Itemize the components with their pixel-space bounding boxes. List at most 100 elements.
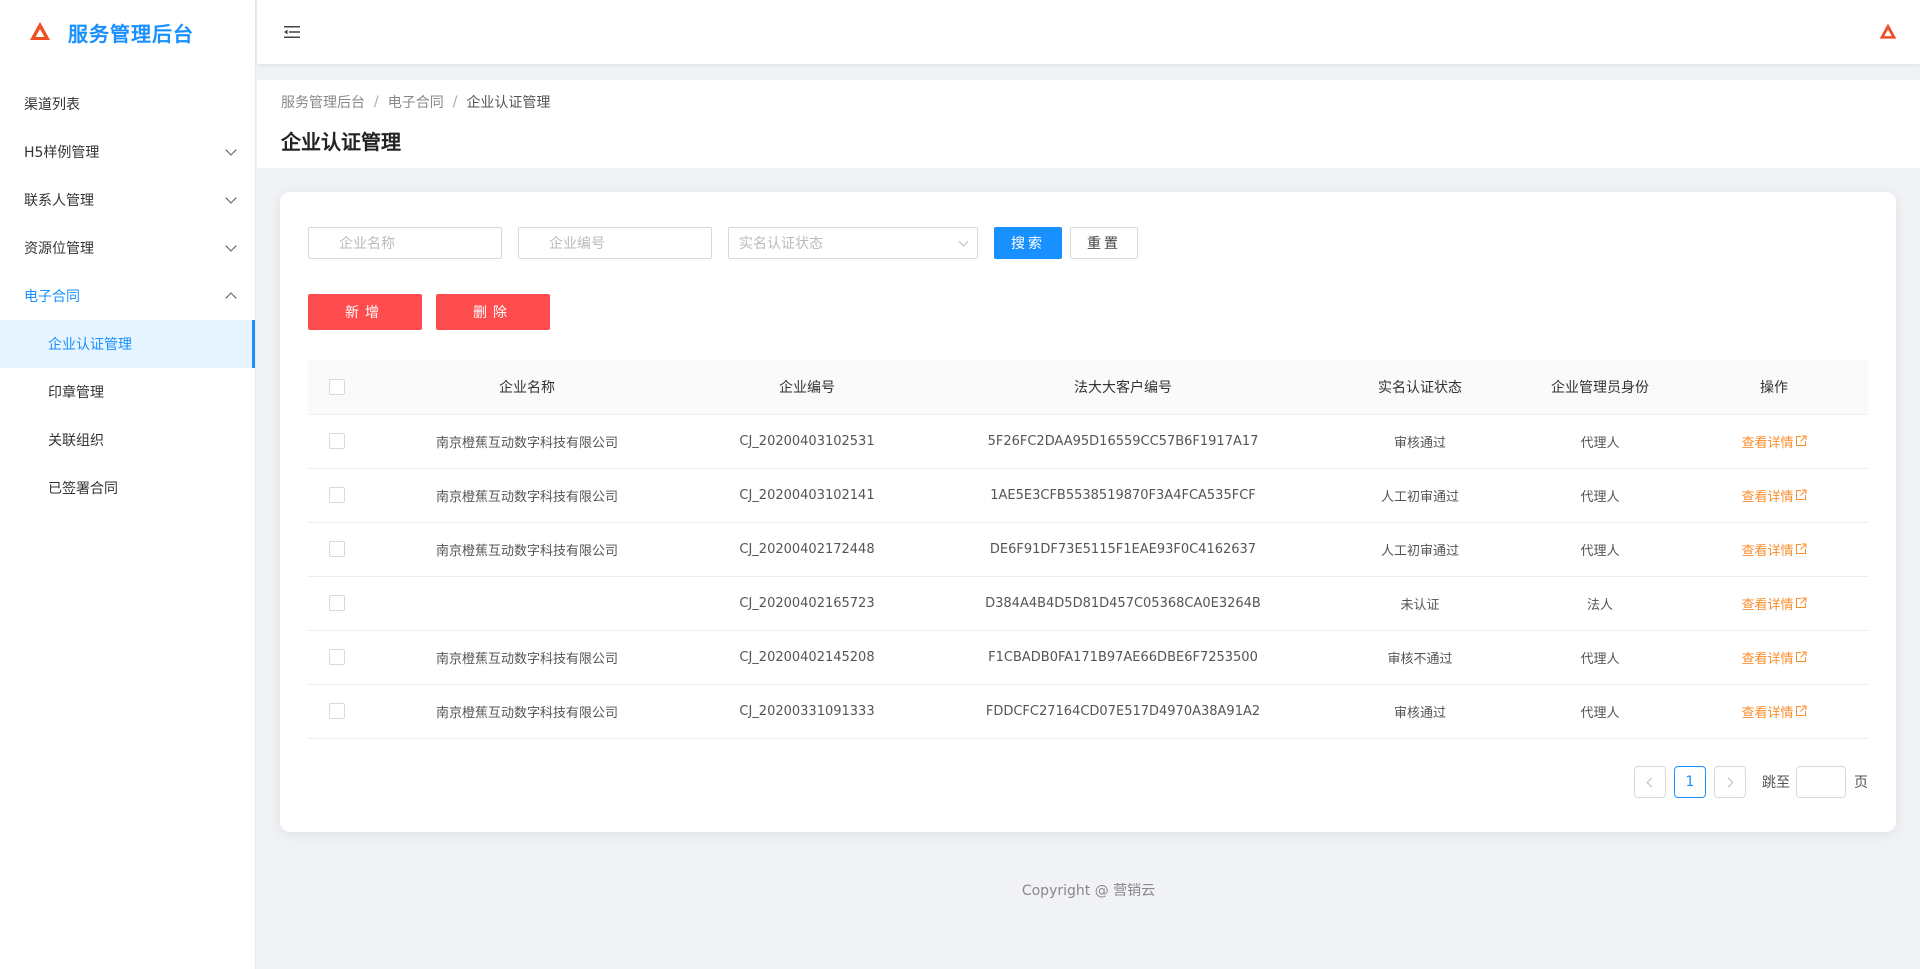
sidebar-subitem-seal[interactable]: 印章管理 xyxy=(0,368,255,416)
auth-status-select[interactable]: 实名认证状态 xyxy=(728,227,978,259)
cell-company-code: CJ_20200403102531 xyxy=(688,414,926,469)
table-row: 南京橙蕉互动数字科技有限公司 CJ_20200403102141 1AE5E3C… xyxy=(308,468,1868,523)
row-checkbox[interactable] xyxy=(329,541,345,557)
row-checkbox[interactable] xyxy=(329,487,345,503)
view-details-label: 查看详情 xyxy=(1741,435,1794,451)
filter-bar: 企业名称 企业编号 实名认证状态 搜索 重置 xyxy=(308,227,1138,259)
jump-suffix: 页 xyxy=(1854,775,1868,791)
breadcrumb-parent[interactable]: 电子合同 xyxy=(388,92,444,112)
sidebar-item-label: 资源位管理 xyxy=(24,241,94,257)
row-checkbox[interactable] xyxy=(329,595,345,611)
breadcrumb-root[interactable]: 服务管理后台 xyxy=(281,92,365,112)
external-link-icon xyxy=(1795,543,1806,554)
column-header: 操作 xyxy=(1680,360,1868,415)
cell-action: 查看详情 xyxy=(1680,522,1868,577)
cell-admin-role: 代理人 xyxy=(1520,630,1680,685)
cell-company-name: 南京橙蕉互动数字科技有限公司 xyxy=(366,630,688,685)
table-body: 南京橙蕉互动数字科技有限公司 CJ_20200403102531 5F26FC2… xyxy=(308,414,1868,739)
cell-action: 查看详情 xyxy=(1680,576,1868,631)
sidebar-item-contacts[interactable]: 联系人管理 xyxy=(0,176,255,224)
view-details-link[interactable]: 查看详情 xyxy=(1741,648,1806,667)
sidebar-subitem-signed-contracts[interactable]: 已签署合同 xyxy=(0,464,255,512)
table-row: CJ_20200402165723 D384A4B4D5D81D457C0536… xyxy=(308,576,1868,631)
column-header: 企业名称 xyxy=(366,360,688,415)
row-checkbox[interactable] xyxy=(329,433,345,449)
view-details-label: 查看详情 xyxy=(1741,651,1794,667)
logo-icon xyxy=(30,22,50,40)
auth-status-placeholder: 实名认证状态 xyxy=(739,236,823,252)
cell-fdd-id: 5F26FC2DAA95D16559CC57B6F1917A17 xyxy=(926,414,1320,469)
cell-auth-status: 人工初审通过 xyxy=(1320,522,1520,577)
chevron-down-icon xyxy=(225,144,237,156)
jump-label: 跳至 xyxy=(1762,775,1790,791)
company-name-input[interactable]: 企业名称 xyxy=(308,227,502,259)
page-header: 服务管理后台 / 电子合同 / 企业认证管理 企业认证管理 xyxy=(257,80,1920,168)
external-link-icon xyxy=(1795,435,1806,446)
app-title: 服务管理后台 xyxy=(68,21,194,46)
cell-company-name: 南京橙蕉互动数字科技有限公司 xyxy=(366,684,688,739)
jump-page-input[interactable] xyxy=(1796,766,1846,798)
breadcrumb-separator: / xyxy=(374,94,379,110)
cell-action: 查看详情 xyxy=(1680,684,1868,739)
cell-company-name: 南京橙蕉互动数字科技有限公司 xyxy=(366,414,688,469)
cell-company-code: CJ_20200403102141 xyxy=(688,468,926,523)
external-link-icon xyxy=(1795,651,1806,662)
cell-company-name xyxy=(366,576,688,631)
view-details-label: 查看详情 xyxy=(1741,705,1794,721)
breadcrumb: 服务管理后台 / 电子合同 / 企业认证管理 xyxy=(281,92,1896,112)
table-row: 南京橙蕉互动数字科技有限公司 CJ_20200331091333 FDDCFC2… xyxy=(308,684,1868,739)
view-details-link[interactable]: 查看详情 xyxy=(1741,702,1806,721)
pagination: 1 跳至 页 xyxy=(1626,766,1868,798)
cell-company-code: CJ_20200402165723 xyxy=(688,576,926,631)
sidebar-item-channels[interactable]: 渠道列表 xyxy=(0,80,255,128)
sidebar-subitem-linked-org[interactable]: 关联组织 xyxy=(0,416,255,464)
chevron-right-icon xyxy=(1723,777,1734,787)
sidebar-item-label: 电子合同 xyxy=(24,289,80,305)
sidebar-item-resources[interactable]: 资源位管理 xyxy=(0,224,255,272)
delete-button[interactable]: 删除 xyxy=(436,294,550,330)
chevron-down-icon xyxy=(958,236,969,246)
column-header: 企业编号 xyxy=(688,360,926,415)
view-details-link[interactable]: 查看详情 xyxy=(1741,540,1806,559)
cell-auth-status: 审核通过 xyxy=(1320,684,1520,739)
company-name-placeholder: 企业名称 xyxy=(339,236,395,252)
select-all-checkbox[interactable] xyxy=(329,378,345,395)
sidebar-subitem-label: 企业认证管理 xyxy=(48,337,132,353)
chevron-down-icon xyxy=(225,192,237,204)
cell-action: 查看详情 xyxy=(1680,630,1868,685)
search-button[interactable]: 搜索 xyxy=(994,227,1062,259)
external-link-icon xyxy=(1795,489,1806,500)
page-number-button[interactable]: 1 xyxy=(1674,766,1706,798)
sidebar-item-h5-samples[interactable]: H5样例管理 xyxy=(0,128,255,176)
chevron-down-icon xyxy=(225,240,237,252)
menu-fold-icon[interactable] xyxy=(281,21,303,43)
add-button[interactable]: 新增 xyxy=(308,294,422,330)
view-details-link[interactable]: 查看详情 xyxy=(1741,594,1806,613)
sidebar-subitem-enterprise-auth[interactable]: 企业认证管理 xyxy=(0,320,255,368)
sidebar-menu: 渠道列表 H5样例管理 联系人管理 资源位管理 电子合同 企业认证管理 印章管理… xyxy=(0,80,255,512)
cell-fdd-id: FDDCFC27164CD07E517D4970A38A91A2 xyxy=(926,684,1320,739)
view-details-link[interactable]: 查看详情 xyxy=(1741,486,1806,505)
cell-admin-role: 法人 xyxy=(1520,576,1680,631)
sidebar-item-e-contract[interactable]: 电子合同 xyxy=(0,272,255,320)
view-details-link[interactable]: 查看详情 xyxy=(1741,432,1806,451)
cell-fdd-id: F1CBADB0FA171B97AE66DBE6F7253500 xyxy=(926,630,1320,685)
app-logo[interactable]: 服务管理后台 xyxy=(0,0,255,64)
reset-button[interactable]: 重置 xyxy=(1070,227,1138,259)
table-row: 南京橙蕉互动数字科技有限公司 CJ_20200402145208 F1CBADB… xyxy=(308,630,1868,685)
page-title: 企业认证管理 xyxy=(281,130,401,154)
sidebar-item-label: 联系人管理 xyxy=(24,193,94,209)
sidebar-item-label: H5样例管理 xyxy=(24,145,100,161)
cell-auth-status: 人工初审通过 xyxy=(1320,468,1520,523)
cell-action: 查看详情 xyxy=(1680,414,1868,469)
row-checkbox[interactable] xyxy=(329,703,345,719)
enterprise-table: 企业名称 企业编号 法大大客户编号 实名认证状态 企业管理员身份 操作 南京橙蕉… xyxy=(308,360,1868,739)
company-code-input[interactable]: 企业编号 xyxy=(518,227,712,259)
column-header: 法大大客户编号 xyxy=(926,360,1320,415)
sidebar-item-label: 渠道列表 xyxy=(24,97,80,113)
user-logo-icon[interactable] xyxy=(1878,22,1898,42)
prev-page-button[interactable] xyxy=(1634,766,1666,798)
next-page-button[interactable] xyxy=(1714,766,1746,798)
cell-company-name: 南京橙蕉互动数字科技有限公司 xyxy=(366,468,688,523)
row-checkbox[interactable] xyxy=(329,649,345,665)
